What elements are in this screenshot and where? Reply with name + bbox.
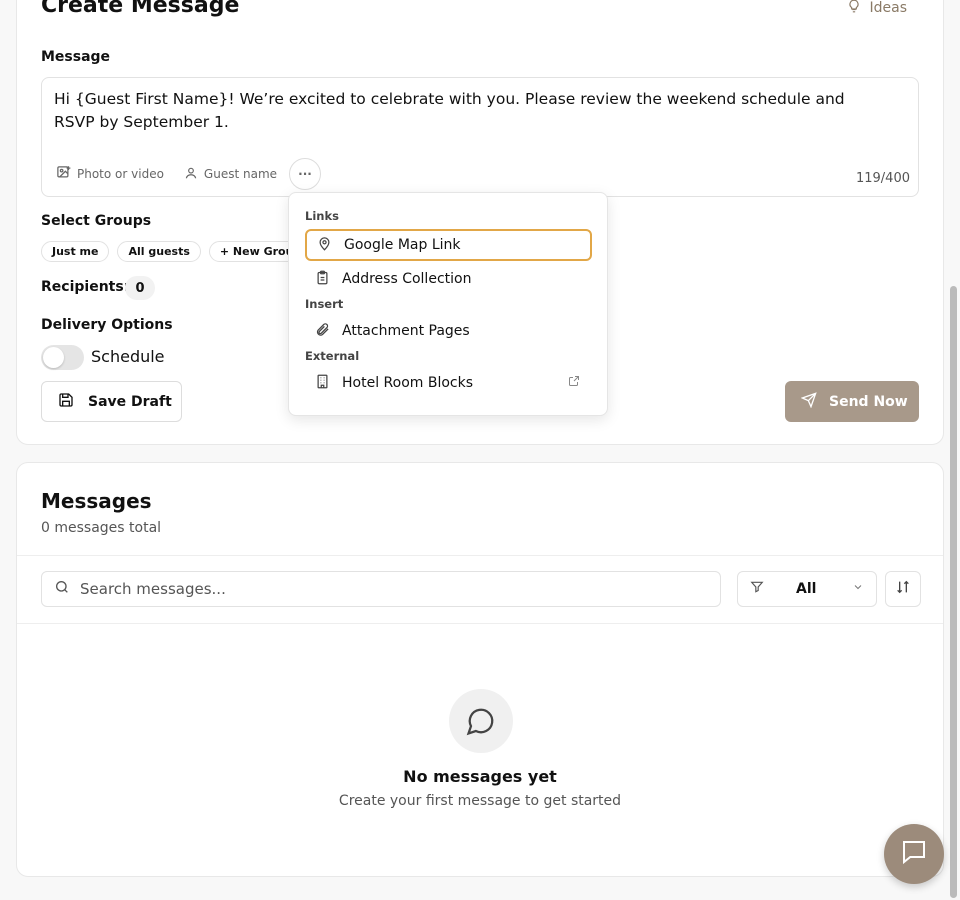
save-draft-button[interactable]: Save Draft: [41, 381, 182, 422]
group-chips: Just me All guests + New Group: [41, 241, 313, 262]
menu-item-hotel-room-blocks[interactable]: Hotel Room Blocks: [305, 367, 592, 399]
guest-name-button[interactable]: Guest name: [184, 166, 277, 183]
menu-item-google-map-link[interactable]: Google Map Link: [305, 229, 592, 261]
map-pin-icon: [317, 236, 332, 255]
recipients-label: Recipients:: [41, 279, 130, 295]
chat-icon: [899, 837, 929, 871]
insert-options-menu: Links Google Map Link Address Collection…: [288, 192, 608, 416]
select-groups-label: Select Groups: [41, 213, 152, 229]
external-link-icon: [568, 375, 580, 391]
messages-count: 0 messages total: [41, 520, 162, 536]
messages-title: Messages: [41, 489, 152, 513]
create-message-title: Create Message: [41, 0, 240, 18]
group-chip-just-me[interactable]: Just me: [41, 241, 110, 262]
lightbulb-icon: [847, 0, 861, 17]
divider: [17, 555, 943, 556]
send-now-label: Send Now: [829, 393, 908, 410]
message-label: Message: [41, 49, 111, 65]
chat-button[interactable]: [884, 824, 944, 884]
divider: [17, 623, 943, 624]
image-plus-icon: [56, 165, 71, 183]
user-icon: [184, 166, 198, 183]
schedule-label: Schedule: [91, 347, 165, 366]
empty-state-title: No messages yet: [403, 767, 557, 786]
chevron-down-icon: [852, 581, 864, 597]
page-scrollbar[interactable]: [950, 286, 957, 898]
menu-section-links: Links: [305, 209, 339, 223]
recipients-count-badge: 0: [125, 276, 155, 300]
character-counter: 119/400: [855, 171, 910, 186]
save-draft-label: Save Draft: [88, 393, 172, 410]
save-icon: [58, 392, 74, 412]
message-text[interactable]: Hi {Guest First Name}! We’re excited to …: [54, 88, 854, 134]
sort-button[interactable]: [885, 571, 921, 607]
message-textarea[interactable]: Hi {Guest First Name}! We’re excited to …: [41, 77, 919, 197]
messages-card: Messages 0 messages total Search message…: [16, 462, 944, 877]
filter-select[interactable]: All: [737, 571, 877, 607]
photo-video-label: Photo or video: [77, 167, 164, 181]
ideas-label: Ideas: [869, 0, 907, 16]
message-toolbar: Photo or video Guest name ···: [56, 158, 322, 190]
guest-name-label: Guest name: [203, 167, 278, 181]
menu-section-external: External: [305, 349, 360, 363]
menu-item-address-collection[interactable]: Address Collection: [305, 263, 592, 295]
search-placeholder: Search messages...: [80, 580, 226, 598]
sort-icon: [895, 579, 911, 599]
building-icon: [315, 374, 330, 393]
toggle-knob: [43, 347, 64, 368]
menu-item-label: Google Map Link: [344, 237, 461, 253]
schedule-toggle[interactable]: [41, 345, 84, 370]
message-circle-icon: [449, 689, 513, 753]
filter-value: All: [796, 581, 817, 597]
more-options-button[interactable]: ···: [289, 158, 322, 190]
filter-icon: [750, 580, 764, 598]
menu-item-label: Address Collection: [342, 271, 472, 287]
delivery-options-label: Delivery Options: [41, 317, 173, 333]
menu-item-label: Attachment Pages: [342, 323, 470, 339]
photo-video-button[interactable]: Photo or video: [56, 165, 164, 183]
menu-item-attachment-pages[interactable]: Attachment Pages: [305, 315, 592, 347]
ideas-button[interactable]: Ideas: [847, 0, 907, 17]
send-now-button[interactable]: Send Now: [785, 381, 919, 422]
paperclip-icon: [315, 322, 330, 341]
menu-item-label: Hotel Room Blocks: [342, 375, 474, 391]
send-icon: [800, 391, 817, 412]
clipboard-icon: [315, 270, 330, 289]
group-chip-all-guests[interactable]: All guests: [117, 241, 201, 262]
empty-state-subtitle: Create your first message to get started: [338, 793, 622, 809]
menu-section-insert: Insert: [305, 297, 344, 311]
search-icon: [54, 579, 70, 599]
search-messages-input[interactable]: Search messages...: [41, 571, 721, 607]
